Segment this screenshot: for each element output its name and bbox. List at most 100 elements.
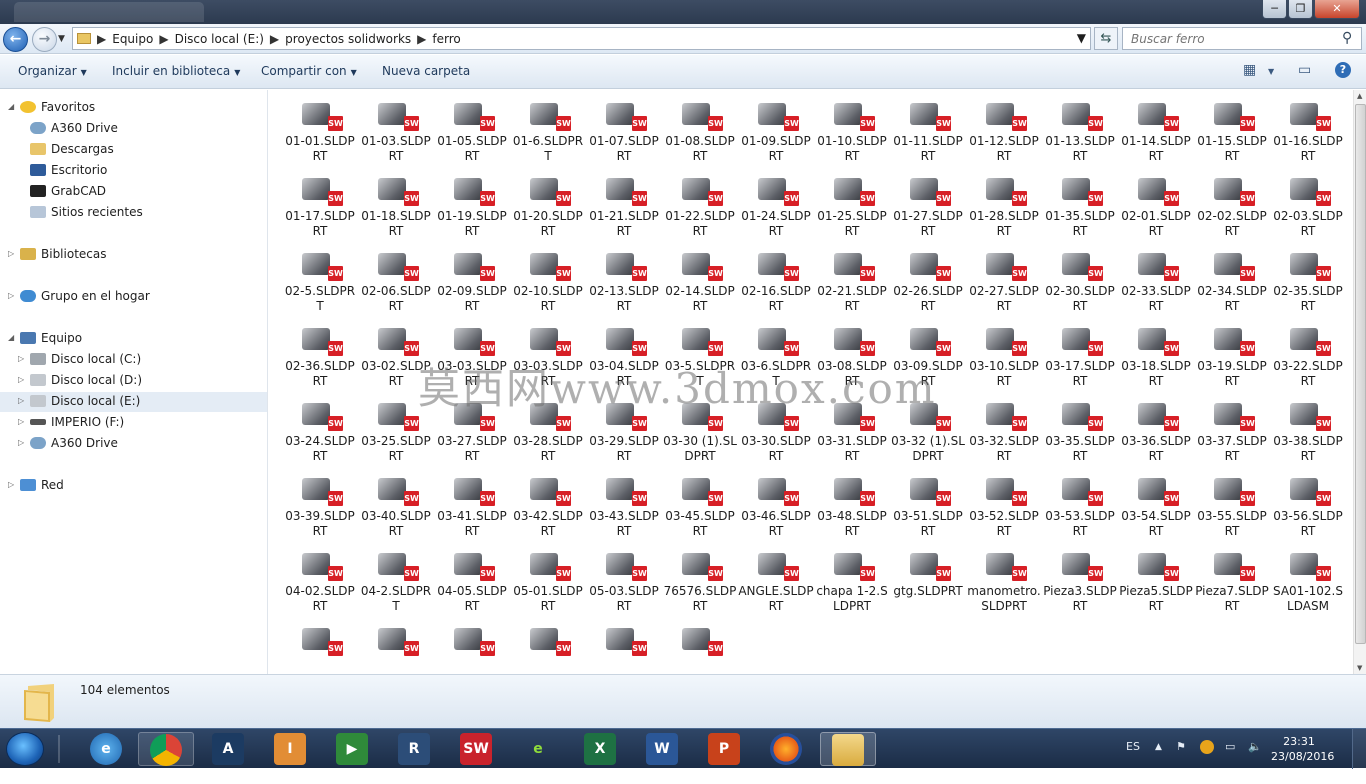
file-item[interactable]: SW 01-09.SLDPRT: [738, 96, 814, 171]
view-options-icon[interactable]: ▦: [1243, 62, 1256, 78]
new-folder-button[interactable]: Nueva carpeta: [382, 64, 470, 78]
organize-button[interactable]: Organizar ▼: [18, 64, 87, 78]
refresh-button[interactable]: ⇆: [1094, 27, 1118, 50]
sidebar-libraries[interactable]: ▷ Bibliotecas: [8, 244, 106, 264]
collapsed-arrow-icon[interactable]: ▷: [18, 412, 24, 432]
sidebar-homegroup[interactable]: ▷ Grupo en el hogar: [8, 286, 150, 306]
view-dropdown-icon[interactable]: ▼: [1268, 67, 1274, 76]
forward-button[interactable]: →: [32, 27, 57, 52]
show-desktop-button[interactable]: [1352, 729, 1366, 769]
sidebar-item-drive-f[interactable]: ▷ IMPERIO (F:): [18, 412, 124, 432]
file-item[interactable]: SW 02-16.SLDPRT: [738, 246, 814, 321]
file-item[interactable]: SW 03-41.SLDPRT: [434, 471, 510, 546]
file-item[interactable]: SW 01-14.SLDPRT: [1118, 96, 1194, 171]
file-item[interactable]: SW 02-03.SLDPRT: [1270, 171, 1346, 246]
collapsed-arrow-icon[interactable]: ▷: [18, 370, 24, 390]
file-item[interactable]: SW manometro.SLDPRT: [966, 546, 1042, 621]
file-item[interactable]: SW 02-06.SLDPRT: [358, 246, 434, 321]
address-dropdown-icon[interactable]: ▼: [1077, 31, 1086, 45]
file-item[interactable]: SW 03-30.SLDPRT: [738, 396, 814, 471]
file-item[interactable]: SW 01-03.SLDPRT: [358, 96, 434, 171]
file-item[interactable]: SW 04-02.SLDPRT: [282, 546, 358, 621]
file-item[interactable]: SW 03-03.SLDPRT: [510, 321, 586, 396]
file-item[interactable]: SW 03-53.SLDPRT: [1042, 471, 1118, 546]
search-input[interactable]: [1122, 27, 1362, 50]
file-item[interactable]: SW 03-25.SLDPRT: [358, 396, 434, 471]
file-item[interactable]: SW 03-56.SLDPRT: [1270, 471, 1346, 546]
collapsed-arrow-icon[interactable]: ▷: [8, 286, 14, 306]
file-item[interactable]: SW 03-55.SLDPRT: [1194, 471, 1270, 546]
file-item[interactable]: SW Pieza5.SLDPRT: [1118, 546, 1194, 621]
file-item[interactable]: SW 01-12.SLDPRT: [966, 96, 1042, 171]
file-item[interactable]: SW Pieza3.SLDPRT: [1042, 546, 1118, 621]
file-item[interactable]: SW 03-52.SLDPRT: [966, 471, 1042, 546]
maximize-button[interactable]: ❐: [1288, 0, 1313, 19]
file-item[interactable]: SW 02-35.SLDPRT: [1270, 246, 1346, 321]
taskbar-app-revit[interactable]: R: [386, 732, 442, 766]
file-item[interactable]: SW 03-19.SLDPRT: [1194, 321, 1270, 396]
file-item[interactable]: SW 03-09.SLDPRT: [890, 321, 966, 396]
file-item[interactable]: SW 02-01.SLDPRT: [1118, 171, 1194, 246]
file-item[interactable]: SW 03-6.SLDPRT: [738, 321, 814, 396]
file-item[interactable]: SW 03-36.SLDPRT: [1118, 396, 1194, 471]
sidebar-item-recientes[interactable]: Sitios recientes: [30, 202, 143, 222]
help-icon[interactable]: ?: [1335, 62, 1351, 78]
file-item[interactable]: SW chapa 1-2.SLDPRT: [814, 546, 890, 621]
breadcrumb-separator-icon[interactable]: ▶: [159, 32, 168, 46]
taskbar-app-solidworks[interactable]: SW: [448, 732, 504, 766]
sidebar-item-escritorio[interactable]: Escritorio: [30, 160, 107, 180]
file-item[interactable]: SW 03-54.SLDPRT: [1118, 471, 1194, 546]
collapsed-arrow-icon[interactable]: ▷: [18, 349, 24, 369]
file-item[interactable]: SW 02-33.SLDPRT: [1118, 246, 1194, 321]
collapsed-arrow-icon[interactable]: ▷: [18, 391, 24, 411]
file-item[interactable]: SW 03-40.SLDPRT: [358, 471, 434, 546]
file-item[interactable]: SW 05-01.SLDPRT: [510, 546, 586, 621]
file-item[interactable]: SW 02-34.SLDPRT: [1194, 246, 1270, 321]
file-item[interactable]: SW 03-45.SLDPRT: [662, 471, 738, 546]
file-item[interactable]: SW 01-10.SLDPRT: [814, 96, 890, 171]
file-item[interactable]: SW 03-24.SLDPRT: [282, 396, 358, 471]
file-item[interactable]: SW 01-24.SLDPRT: [738, 171, 814, 246]
file-item[interactable]: SW 03-18.SLDPRT: [1118, 321, 1194, 396]
file-item[interactable]: SW 03-42.SLDPRT: [510, 471, 586, 546]
sidebar-favorites[interactable]: ◢ Favoritos: [8, 97, 95, 117]
file-item[interactable]: SW 03-02.SLDPRT: [358, 321, 434, 396]
search-icon[interactable]: ⚲: [1342, 30, 1352, 46]
file-item[interactable]: SW 03-31.SLDPRT: [814, 396, 890, 471]
taskbar-app-explorer[interactable]: [820, 732, 876, 766]
sidebar-item-descargas[interactable]: Descargas: [30, 139, 114, 159]
file-item[interactable]: SW 03-39.SLDPRT: [282, 471, 358, 546]
file-item[interactable]: SW 02-10.SLDPRT: [510, 246, 586, 321]
file-item[interactable]: SW 01-07.SLDPRT: [586, 96, 662, 171]
file-item[interactable]: SW 01-22.SLDPRT: [662, 171, 738, 246]
sidebar-item-grabcad[interactable]: GrabCAD: [30, 181, 106, 201]
vertical-scrollbar[interactable]: ▲ ▼: [1353, 90, 1366, 674]
file-item[interactable]: SW 02-14.SLDPRT: [662, 246, 738, 321]
file-item[interactable]: SW 01-17.SLDPRT: [282, 171, 358, 246]
collapsed-arrow-icon[interactable]: ▷: [8, 244, 14, 264]
file-item[interactable]: SW 03-29.SLDPRT: [586, 396, 662, 471]
file-item[interactable]: SW 05-03.SLDPRT: [586, 546, 662, 621]
tray-expand-icon[interactable]: ▲: [1155, 742, 1162, 752]
file-item[interactable]: SW 01-18.SLDPRT: [358, 171, 434, 246]
file-item[interactable]: SW gtg.SLDPRT: [890, 546, 966, 621]
sidebar-item-a360-drive[interactable]: ▷ A360 Drive: [18, 433, 118, 453]
taskbar-app-chrome[interactable]: [138, 732, 194, 766]
file-item[interactable]: SW 03-46.SLDPRT: [738, 471, 814, 546]
file-item[interactable]: SW 01-27.SLDPRT: [890, 171, 966, 246]
sidebar-item-drive-c[interactable]: ▷ Disco local (C:): [18, 349, 141, 369]
file-item[interactable]: SW 01-05.SLDPRT: [434, 96, 510, 171]
breadcrumb-separator-icon[interactable]: ▶: [270, 32, 279, 46]
history-dropdown-icon[interactable]: ▼: [58, 34, 65, 44]
window-tab[interactable]: [14, 2, 204, 22]
file-item[interactable]: SW 03-32 (1).SLDPRT: [890, 396, 966, 471]
file-item[interactable]: SW 03-17.SLDPRT: [1042, 321, 1118, 396]
network-icon[interactable]: ▭: [1225, 740, 1235, 753]
file-item[interactable]: SW 01-13.SLDPRT: [1042, 96, 1118, 171]
volume-icon[interactable]: 🔈: [1248, 740, 1262, 753]
file-item[interactable]: SW 01-21.SLDPRT: [586, 171, 662, 246]
taskbar-app-powerpoint[interactable]: P: [696, 732, 752, 766]
file-item[interactable]: SW 76576.SLDPRT: [662, 546, 738, 621]
breadcrumb-separator-icon[interactable]: ▶: [417, 32, 426, 46]
file-item[interactable]: SW 03-10.SLDPRT: [966, 321, 1042, 396]
